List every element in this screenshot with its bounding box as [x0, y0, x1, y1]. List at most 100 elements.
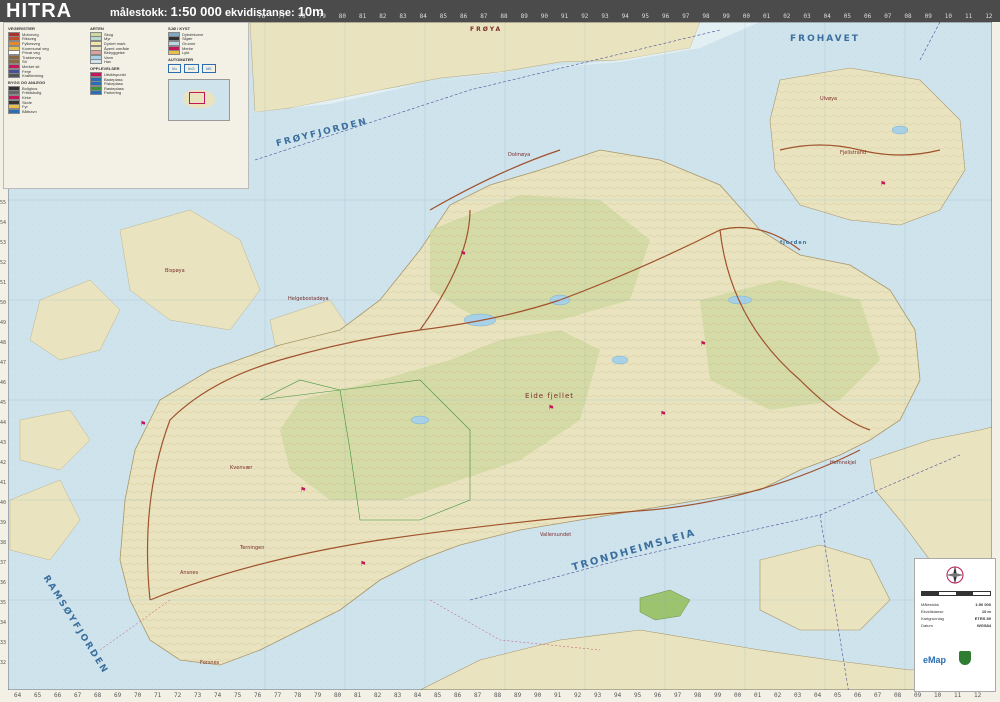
label-hemnskjel: Hemnskjel: [830, 460, 857, 466]
grid-coordinate-label: 32: [0, 660, 7, 666]
label-helgebostadoya: Helgebostadøya: [288, 296, 329, 302]
grid-coordinate-label: 07: [884, 13, 892, 20]
grid-coordinate-label: 00: [734, 692, 742, 699]
grid-coordinate-label: 10: [934, 692, 942, 699]
grid-coordinate-label: 49: [0, 320, 7, 326]
grid-coordinate-label: 76: [258, 13, 266, 20]
viewpoint-icon[interactable]: ⚑: [460, 250, 466, 258]
viewpoint-icon[interactable]: ⚑: [360, 560, 366, 568]
automat-box: IbG: [184, 63, 199, 73]
grid-coordinate-label: 86: [460, 13, 468, 20]
grid-coordinate-label: 84: [419, 13, 427, 20]
legend-col-sea: SJØ / KYST Dybdekurve Skjær Grunne Merke Lyk…: [168, 26, 244, 121]
grid-coordinate-label: 54: [0, 220, 7, 226]
viewpoint-icon[interactable]: ⚑: [700, 340, 706, 348]
grid-coordinate-label: 92: [574, 692, 582, 699]
grid-coordinate-label: 50: [0, 300, 7, 306]
grid-coordinate-label: 79: [318, 13, 326, 20]
grid-coordinate-label: 06: [854, 692, 862, 699]
map-title: HITRA: [6, 0, 73, 22]
info-row: Datum WGS84: [921, 622, 991, 629]
grid-coordinate-label: 82: [374, 692, 382, 699]
info-label: Kartgrunnlag: [921, 616, 944, 621]
grid-coordinate-label: 44: [0, 420, 7, 426]
label-bispoya: Bispøya: [165, 268, 185, 274]
grid-coordinate-label: 80: [338, 13, 347, 20]
grid-coordinate-label: 34: [0, 620, 7, 626]
legend-heading: OPPLEVELSER: [90, 66, 120, 72]
grid-coordinate-label: 81: [359, 13, 367, 20]
grid-coordinate-label: 12: [974, 692, 982, 699]
grid-coordinate-label: 48: [0, 340, 7, 346]
grid-coordinate-label: 05: [834, 692, 842, 699]
label-kvenvaer: Kvenvær: [230, 465, 253, 471]
grid-coordinate-label: 86: [454, 692, 462, 699]
grid-coordinate-label: 40: [0, 500, 7, 506]
viewpoint-icon[interactable]: ⚑: [660, 410, 666, 418]
topographic-map[interactable]: HITRA målestokk: 1:50 000 ekvidistanse: …: [0, 0, 1000, 702]
grid-coordinate-label: 99: [722, 13, 730, 20]
info-label: Målestokk: [921, 602, 940, 607]
grid-coordinate-label: 94: [614, 692, 622, 699]
label-frohavet: FROHAVET: [790, 34, 860, 44]
automat-box: IdS: [201, 63, 216, 73]
legend-label: Båthavn: [22, 108, 37, 114]
grid-coordinate-label: 73: [194, 692, 202, 699]
info-row: Målestokk 1:50 000: [921, 601, 991, 608]
grid-coordinate-label: 03: [803, 13, 811, 20]
viewpoint-icon[interactable]: ⚑: [548, 404, 554, 412]
grid-coordinate-label: 52: [0, 260, 7, 266]
overview-minimap: [168, 78, 230, 121]
grid-coordinate-label: 04: [823, 13, 831, 20]
grid-coordinate-label: 02: [774, 692, 782, 699]
scale-label: målestokk:: [110, 7, 168, 19]
grid-coordinate-label: 51: [0, 280, 7, 286]
label-fjorden: fjorden: [780, 240, 808, 246]
grid-coordinate-label: 12: [985, 13, 993, 20]
viewpoint-icon[interactable]: ⚑: [140, 420, 146, 428]
viewpoint-icon[interactable]: ⚑: [880, 180, 886, 188]
grid-coordinate-label: 82: [379, 13, 387, 20]
label-dolmoya: Dolmøya: [508, 152, 531, 158]
grid-coordinate-label: 91: [561, 13, 569, 20]
grid-coordinate-label: 98: [694, 692, 702, 699]
grid-coordinate-label: 33: [0, 640, 7, 646]
automat-box: Il/v: [168, 63, 182, 73]
grid-coordinate-label: 92: [581, 13, 589, 20]
scale-value: 1:50 000: [170, 4, 222, 19]
grid-coordinate-label: 87: [474, 692, 482, 699]
scale-bar: [921, 591, 991, 596]
grid-coordinate-label: 43: [0, 440, 7, 446]
grid-coordinate-label: 96: [654, 692, 662, 699]
grid-coordinate-label: 36: [0, 580, 7, 586]
grid-coordinate-label: 78: [298, 13, 306, 20]
grid-coordinate-label: 88: [500, 13, 508, 20]
grid-coordinate-label: 68: [94, 692, 102, 699]
info-row: Ekvidistanse 10 m: [921, 608, 991, 615]
legend-label: Kraftledning: [22, 73, 44, 79]
grid-coordinate-label: 55: [0, 200, 7, 206]
grid-coordinate-label: 45: [0, 400, 7, 406]
grid-coordinate-label: 00: [742, 13, 751, 20]
grid-coordinate-label: 08: [904, 13, 912, 20]
grid-coordinate-label: 06: [864, 13, 872, 20]
legend-swatch: [168, 50, 180, 56]
legend-label: Parkering: [104, 90, 122, 96]
grid-coordinate-label: 84: [414, 692, 422, 699]
grid-coordinate-label: 77: [278, 13, 286, 20]
grid-coordinate-label: 46: [0, 380, 7, 386]
grid-coordinate-label: 09: [914, 692, 922, 699]
grid-coordinate-label: 03: [794, 692, 802, 699]
grid-coordinate-label: 99: [714, 692, 722, 699]
label-froya: FRØYA: [470, 26, 503, 33]
grid-coordinate-label: 87: [480, 13, 488, 20]
grid-coordinate-label: 66: [54, 692, 62, 699]
viewpoint-icon[interactable]: ⚑: [300, 486, 306, 494]
grid-coordinate-label: 65: [34, 692, 42, 699]
grid-coordinate-label: 94: [621, 13, 629, 20]
grid-coordinate-label: 89: [520, 13, 528, 20]
legend-item: Hav: [90, 59, 170, 65]
grid-coordinate-label: 53: [0, 240, 7, 246]
legend-heading: VEGER/STIER: [8, 26, 35, 31]
legend-heading: ARTEN: [90, 26, 104, 31]
